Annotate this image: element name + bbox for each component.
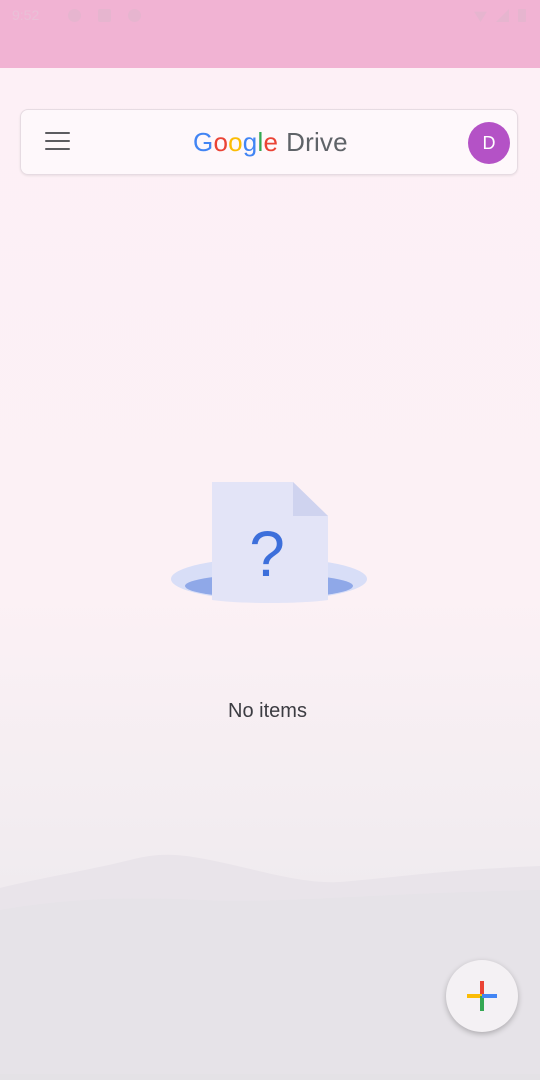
logo-letter: o bbox=[228, 126, 243, 157]
battery-icon bbox=[518, 9, 526, 22]
wifi-icon bbox=[474, 11, 487, 22]
logo-letter: e bbox=[263, 126, 279, 157]
new-item-fab[interactable] bbox=[446, 960, 518, 1032]
background-hills bbox=[0, 854, 540, 1080]
account-avatar[interactable]: D bbox=[468, 122, 510, 164]
product-name: Drive bbox=[286, 126, 348, 157]
status-bar: 9:52 bbox=[0, 0, 540, 68]
navigation-bar bbox=[0, 1074, 540, 1080]
hamburger-menu-icon[interactable] bbox=[45, 132, 71, 152]
logo-letter: o bbox=[213, 126, 229, 157]
empty-state-illustration: ? bbox=[170, 478, 370, 608]
notification-icon bbox=[68, 9, 81, 22]
plus-icon bbox=[467, 981, 497, 1011]
signal-icon bbox=[496, 9, 509, 22]
notification-icon bbox=[128, 9, 141, 22]
question-document-icon: ? bbox=[171, 482, 367, 603]
logo-letter: G bbox=[193, 126, 214, 157]
google-drive-logo: Google Drive bbox=[193, 124, 348, 160]
notification-icon bbox=[98, 9, 111, 22]
search-bar[interactable]: Google Drive D bbox=[20, 109, 518, 175]
empty-state-message: No items bbox=[228, 700, 307, 722]
google-wordmark: Google bbox=[193, 127, 278, 158]
status-time: 9:52 bbox=[12, 7, 40, 23]
logo-letter: g bbox=[242, 126, 258, 157]
svg-text:?: ? bbox=[249, 518, 285, 590]
